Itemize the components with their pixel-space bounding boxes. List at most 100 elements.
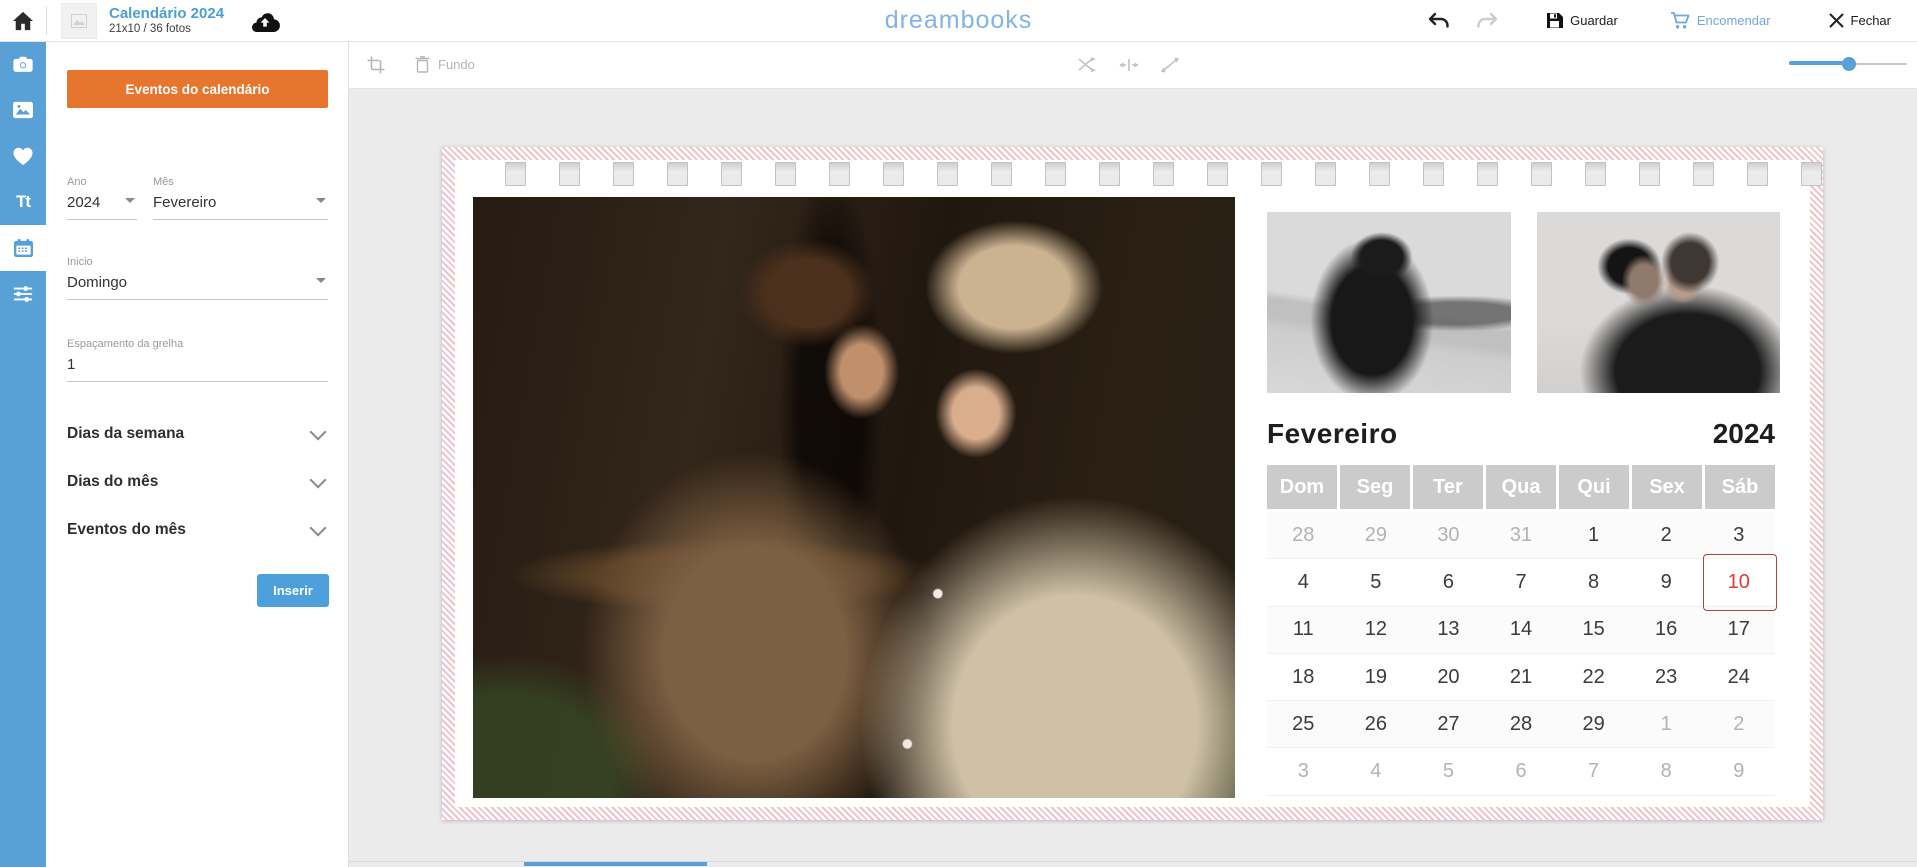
calendar-page-inner: Fevereiro 2024 DomSegTerQuaQuiSexSáb 282… [455,160,1810,807]
calendar-day-cell[interactable]: 5 [1340,559,1413,605]
calendar-day-cell[interactable]: 30 [1412,512,1485,558]
calendar-day-cell[interactable]: 12 [1340,607,1413,653]
calendar-day-cell[interactable]: 2 [1630,512,1703,558]
calendar-day-cell[interactable]: 3 [1267,748,1340,794]
home-button[interactable] [0,0,46,41]
calendar-day-cell[interactable]: 18 [1267,654,1340,700]
rail-item-text[interactable]: Tt [0,179,46,225]
week-start-value: Domingo [67,274,127,291]
calendar-day-cell[interactable]: 5 [1412,748,1485,794]
calendar-day-cell[interactable]: 29 [1557,701,1630,747]
crop-icon [367,56,385,74]
calendar-day-cell[interactable]: 4 [1340,748,1413,794]
binding-hole [1207,162,1228,186]
zoom-slider-fill [1789,61,1849,65]
delete-background-button[interactable]: Fundo [415,56,475,73]
expand-button[interactable] [1161,57,1179,73]
calendar-day-cell[interactable]: 9 [1630,559,1703,605]
calendar-grid: 2829303112345678910111213141516171819202… [1267,512,1775,790]
tool-rail: Tt [0,41,46,867]
calendar-week-row: 45678910 [1267,559,1775,606]
calendar-settings-panel: Eventos do calendário Ano 2024 Mês Fever… [46,41,349,867]
close-button[interactable]: Fechar [1829,13,1891,28]
calendar-events-button[interactable]: Eventos do calendário [67,70,328,108]
rail-item-settings[interactable] [0,271,46,317]
calendar-week-row: 11121314151617 [1267,607,1775,654]
swap-photos-button[interactable] [1077,57,1097,73]
calendar-day-cell[interactable]: 21 [1485,654,1558,700]
cloud-upload-icon [250,10,280,32]
calendar-day-cell[interactable]: 19 [1340,654,1413,700]
calendar-weekday-cell: Seg [1340,465,1410,509]
calendar-day-cell[interactable]: 4 [1267,559,1340,605]
zoom-slider-thumb[interactable] [1842,57,1856,71]
rail-item-backgrounds[interactable] [0,87,46,133]
calendar-day-cell[interactable]: 11 [1267,607,1340,653]
calendar-day-cell[interactable]: 2 [1702,701,1775,747]
calendar-day-cell[interactable]: 6 [1485,748,1558,794]
distribute-horizontal-icon [1119,58,1139,72]
calendar-day-cell[interactable]: 31 [1485,512,1558,558]
calendar-day-cell[interactable]: 16 [1630,607,1703,653]
calendar-day-cell[interactable]: 20 [1412,654,1485,700]
order-label: Encomendar [1697,13,1771,28]
calendar-week-row: 252627282912 [1267,701,1775,748]
calendar-weekday-cell: Qui [1559,465,1629,509]
undo-button[interactable] [1428,12,1450,30]
calendar-day-cell[interactable]: 26 [1340,701,1413,747]
chevron-down-icon [125,198,135,203]
close-icon [1829,13,1844,28]
calendar-weekday-cell: Sáb [1705,465,1775,509]
calendar-day-cell[interactable]: 8 [1557,559,1630,605]
calendar-day-cell[interactable]: 28 [1485,701,1558,747]
calendar-day-cell[interactable]: 24 [1702,654,1775,700]
calendar-day-cell[interactable]: 3 [1702,512,1775,558]
week-start-label: Inicio [67,256,328,268]
small-photo-slot-1[interactable] [1267,212,1511,393]
rail-item-favorites[interactable] [0,133,46,179]
binding-hole [505,162,526,186]
insert-button[interactable]: Inserir [257,574,329,607]
save-button[interactable]: Guardar [1546,12,1618,29]
calendar-day-cell[interactable]: 8 [1630,748,1703,794]
calendar-day-cell[interactable]: 14 [1485,607,1558,653]
year-select[interactable]: Ano 2024 [67,176,137,220]
rail-item-calendar[interactable] [0,225,46,271]
grid-spacing-label: Espaçamento da grelha [67,338,328,350]
crop-button[interactable] [367,56,385,74]
calendar-day-cell[interactable]: 15 [1557,607,1630,653]
calendar-day-cell[interactable]: 6 [1412,559,1485,605]
top-header: Calendário 2024 21x10 / 36 fotos dreambo… [0,0,1917,42]
week-start-select[interactable]: Inicio Domingo [67,256,328,300]
calendar-day-cell[interactable]: 7 [1485,559,1558,605]
calendar-day-cell[interactable]: 13 [1412,607,1485,653]
accordion-month-events[interactable]: Eventos do mês [67,513,328,547]
accordion-weekdays[interactable]: Dias da semana [67,417,328,451]
zoom-slider[interactable] [1789,62,1907,66]
close-label: Fechar [1851,13,1891,28]
swap-icon [1077,57,1097,73]
active-page-indicator [524,862,707,866]
distribute-horizontal-button[interactable] [1119,58,1139,72]
calendar-day-cell[interactable]: 29 [1340,512,1413,558]
calendar-day-cell[interactable]: 17 [1702,607,1775,653]
calendar-day-cell[interactable]: 22 [1557,654,1630,700]
calendar-day-cell[interactable]: 28 [1267,512,1340,558]
grid-spacing-field[interactable]: Espaçamento da grelha 1 [67,338,328,382]
calendar-day-cell[interactable]: 7 [1557,748,1630,794]
calendar-day-cell[interactable]: 1 [1557,512,1630,558]
rail-item-photos[interactable] [0,41,46,87]
calendar-day-cell[interactable]: 25 [1267,701,1340,747]
calendar-day-cell[interactable]: 27 [1412,701,1485,747]
chevron-down-icon [310,424,327,441]
calendar-day-cell-selected[interactable]: 10 [1702,559,1775,605]
redo-button[interactable] [1476,12,1498,30]
accordion-month-days[interactable]: Dias do mês [67,465,328,499]
month-select[interactable]: Mês Fevereiro [153,176,328,220]
main-photo-slot[interactable] [473,197,1235,798]
calendar-day-cell[interactable]: 9 [1702,748,1775,794]
calendar-day-cell[interactable]: 1 [1630,701,1703,747]
calendar-day-cell[interactable]: 23 [1630,654,1703,700]
order-button[interactable]: Encomendar [1670,12,1771,30]
small-photo-slot-2[interactable] [1537,212,1780,393]
